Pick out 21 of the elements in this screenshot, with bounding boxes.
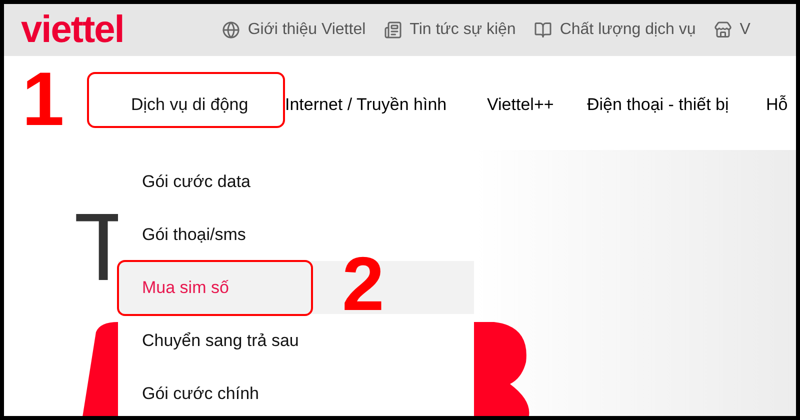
menu-item[interactable]: Gói cước data	[118, 155, 318, 208]
menu-item[interactable]: Chuyển sang trả sau	[118, 314, 318, 367]
store-icon	[714, 21, 732, 39]
nav-link[interactable]: Internet / Truyền hình	[285, 92, 447, 118]
header-link[interactable]: Giới thiệu Viettel	[222, 18, 366, 42]
menu-item[interactable]: Gói cước chính	[118, 367, 318, 416]
header-link[interactable]: Chất lượng dịch vụ	[534, 18, 696, 42]
nav-link[interactable]: Dịch vụ di động	[131, 92, 248, 118]
header-link[interactable]: Tin tức sự kiện	[384, 18, 516, 42]
book-icon	[534, 21, 552, 39]
logo[interactable]: viettel	[21, 11, 124, 49]
nav-link[interactable]: Điện thoại - thiết bị	[587, 92, 729, 118]
globe-icon	[222, 21, 240, 39]
nav-link[interactable]: Hỗ	[766, 92, 788, 118]
header-link[interactable]: V	[714, 18, 750, 42]
menu-item[interactable]: Mua sim số	[118, 261, 318, 314]
nav-link[interactable]: Viettel++	[487, 92, 554, 118]
menu-item[interactable]: Gói thoại/sms	[118, 208, 318, 261]
annotation-number: 2	[342, 247, 384, 323]
newspaper-icon	[384, 21, 402, 39]
annotation-number: 1	[22, 62, 64, 138]
